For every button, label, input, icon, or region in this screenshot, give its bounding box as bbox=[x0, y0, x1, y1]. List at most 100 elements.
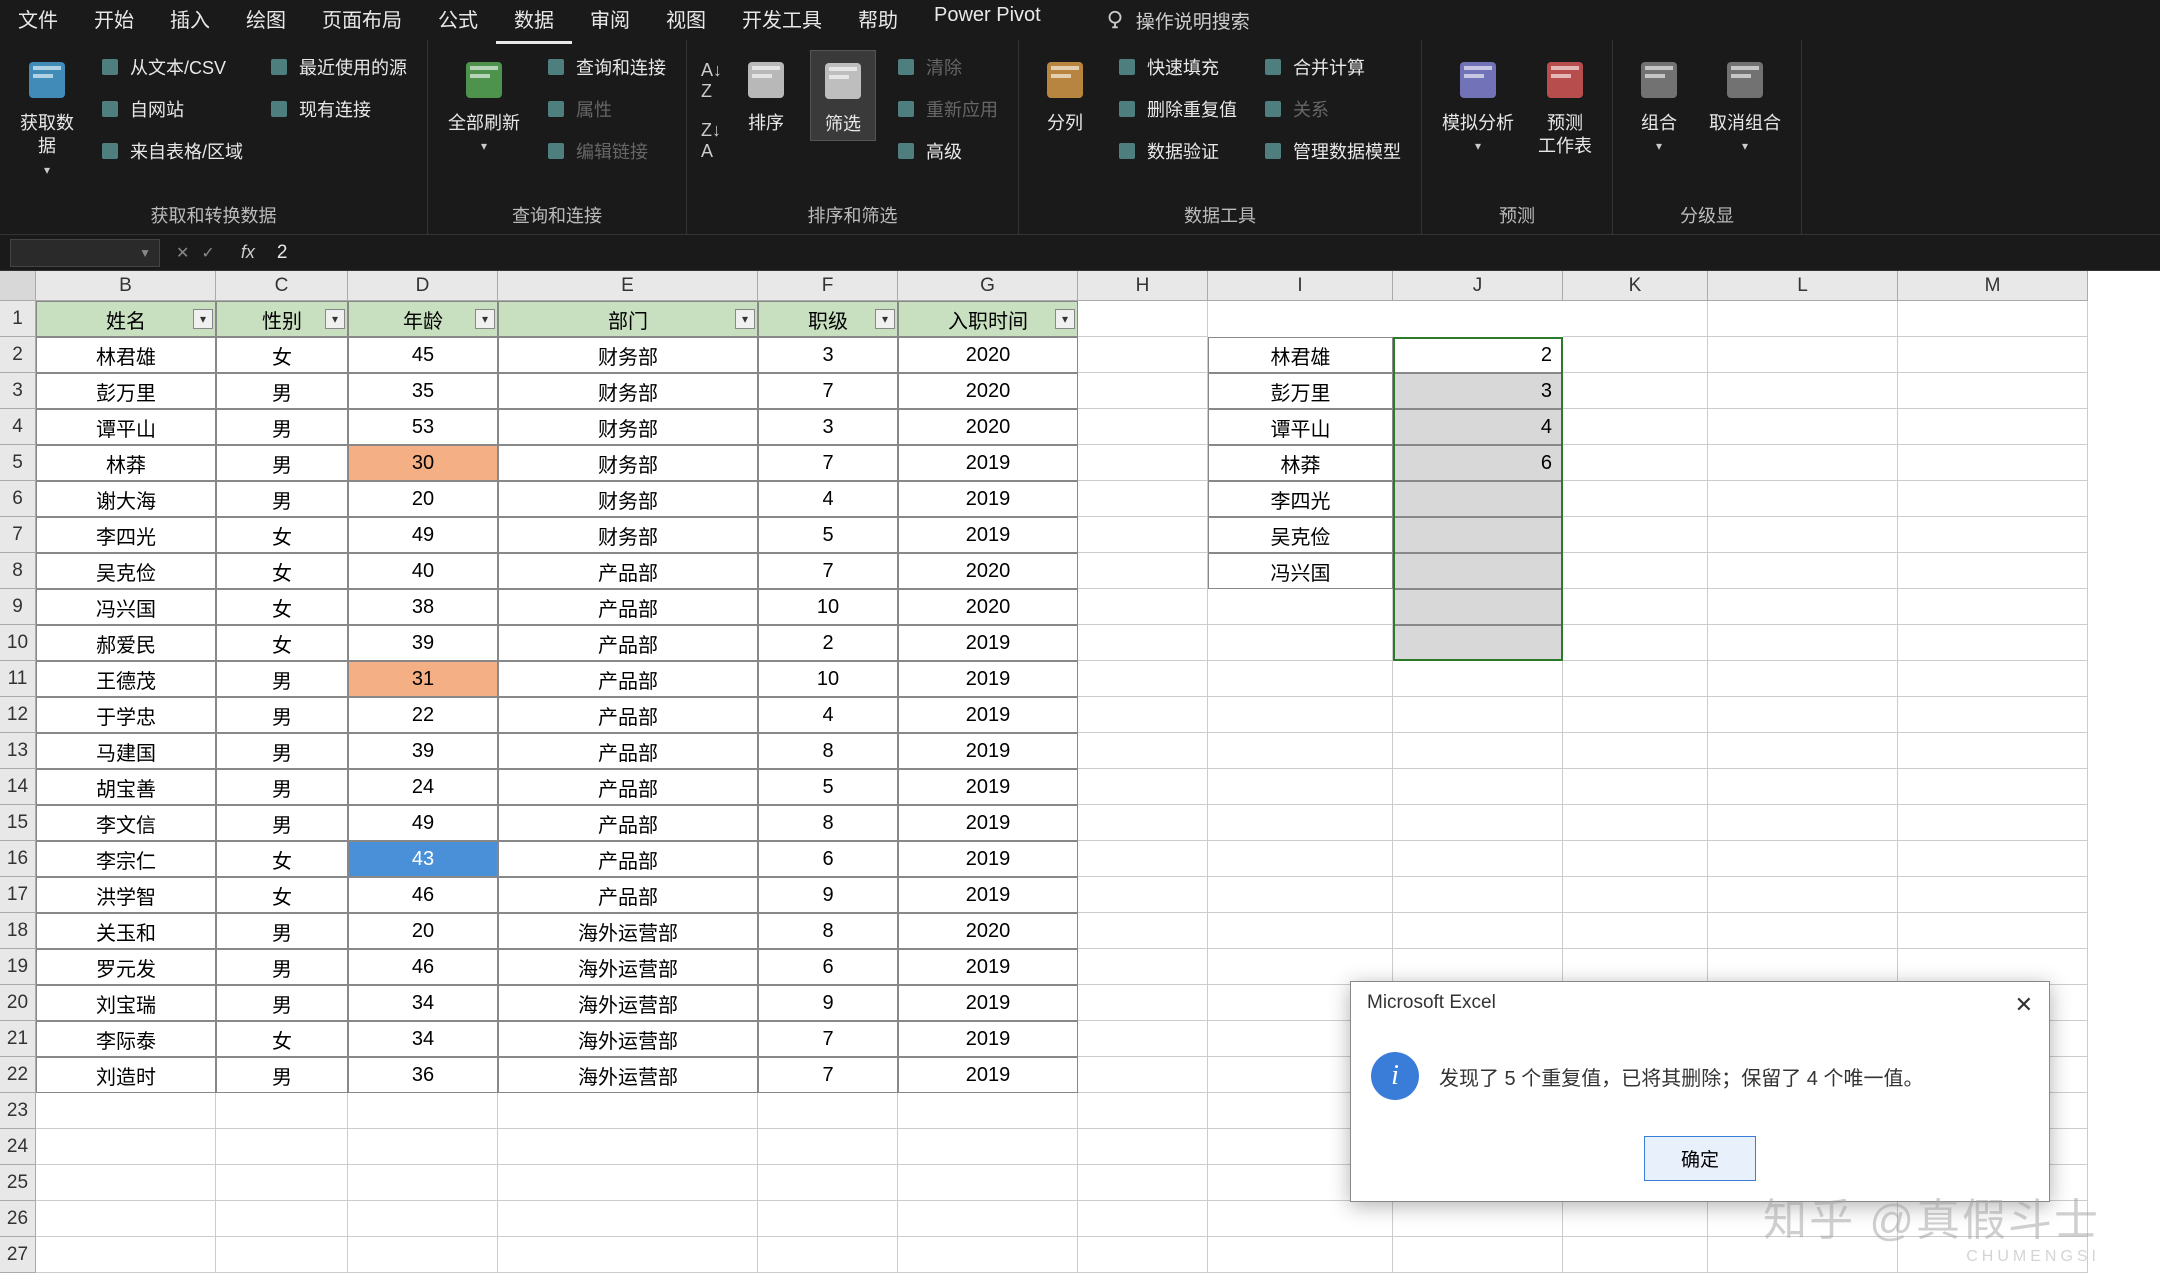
cell-G4[interactable]: 2020 bbox=[898, 409, 1078, 445]
filter-btn-E[interactable]: ▾ bbox=[735, 309, 755, 329]
cell-J8[interactable] bbox=[1393, 553, 1563, 589]
cell-D9[interactable]: 38 bbox=[348, 589, 498, 625]
cell-K10[interactable] bbox=[1563, 625, 1708, 661]
cell-C10[interactable]: 女 bbox=[216, 625, 348, 661]
group-button[interactable]: 组合▾ bbox=[1627, 50, 1691, 157]
cell-G3[interactable]: 2020 bbox=[898, 373, 1078, 409]
cell-I7[interactable]: 吴克俭 bbox=[1208, 517, 1393, 553]
cell-K7[interactable] bbox=[1563, 517, 1708, 553]
cell-J2[interactable]: 2 bbox=[1393, 337, 1563, 373]
cell-F5[interactable]: 7 bbox=[758, 445, 898, 481]
cell-D3[interactable]: 35 bbox=[348, 373, 498, 409]
cell-E7[interactable]: 财务部 bbox=[498, 517, 758, 553]
cell-L3[interactable] bbox=[1708, 373, 1898, 409]
cell-K9[interactable] bbox=[1563, 589, 1708, 625]
row-header-9[interactable]: 9 bbox=[0, 589, 36, 625]
sort-asc-icon[interactable]: A↓Z bbox=[701, 60, 722, 102]
cell-E13[interactable]: 产品部 bbox=[498, 733, 758, 769]
cell-L16[interactable] bbox=[1708, 841, 1898, 877]
cell-G15[interactable]: 2019 bbox=[898, 805, 1078, 841]
ribbon-数据验证[interactable]: 数据验证 bbox=[1109, 134, 1243, 168]
cell-G11[interactable]: 2019 bbox=[898, 661, 1078, 697]
cell-G22[interactable]: 2019 bbox=[898, 1057, 1078, 1093]
cell-D20[interactable]: 34 bbox=[348, 985, 498, 1021]
cell-E18[interactable]: 海外运营部 bbox=[498, 913, 758, 949]
cell-G1[interactable]: 入职时间▾ bbox=[898, 301, 1078, 337]
cell-E9[interactable]: 产品部 bbox=[498, 589, 758, 625]
cell-B19[interactable]: 罗元发 bbox=[36, 949, 216, 985]
col-header-J[interactable]: J bbox=[1393, 271, 1563, 301]
cell-M6[interactable] bbox=[1898, 481, 2088, 517]
ribbon-现有连接[interactable]: 现有连接 bbox=[261, 92, 413, 126]
cell-G2[interactable]: 2020 bbox=[898, 337, 1078, 373]
cell-E17[interactable]: 产品部 bbox=[498, 877, 758, 913]
cell-L4[interactable] bbox=[1708, 409, 1898, 445]
cell-B10[interactable]: 郝爱民 bbox=[36, 625, 216, 661]
cell-C13[interactable]: 男 bbox=[216, 733, 348, 769]
cell-M26[interactable] bbox=[1898, 1201, 2088, 1237]
cell-H27[interactable] bbox=[1078, 1237, 1208, 1273]
cell-B15[interactable]: 李文信 bbox=[36, 805, 216, 841]
cell-E21[interactable]: 海外运营部 bbox=[498, 1021, 758, 1057]
cell-K4[interactable] bbox=[1563, 409, 1708, 445]
cell-I2[interactable]: 林君雄 bbox=[1208, 337, 1393, 373]
cell-F20[interactable]: 9 bbox=[758, 985, 898, 1021]
row-header-17[interactable]: 17 bbox=[0, 877, 36, 913]
cell-E11[interactable]: 产品部 bbox=[498, 661, 758, 697]
row-header-25[interactable]: 25 bbox=[0, 1165, 36, 1201]
cell-K2[interactable] bbox=[1563, 337, 1708, 373]
cell-B14[interactable]: 胡宝善 bbox=[36, 769, 216, 805]
row-header-23[interactable]: 23 bbox=[0, 1093, 36, 1129]
cell-G12[interactable]: 2019 bbox=[898, 697, 1078, 733]
cell-F17[interactable]: 9 bbox=[758, 877, 898, 913]
cell-C5[interactable]: 男 bbox=[216, 445, 348, 481]
row-header-12[interactable]: 12 bbox=[0, 697, 36, 733]
ribbon-合并计算[interactable]: 合并计算 bbox=[1255, 50, 1407, 84]
cell-G5[interactable]: 2019 bbox=[898, 445, 1078, 481]
cell-E8[interactable]: 产品部 bbox=[498, 553, 758, 589]
cell-C3[interactable]: 男 bbox=[216, 373, 348, 409]
cell-J4[interactable]: 4 bbox=[1393, 409, 1563, 445]
cell-F14[interactable]: 5 bbox=[758, 769, 898, 805]
cell-F11[interactable]: 10 bbox=[758, 661, 898, 697]
cell-C14[interactable]: 男 bbox=[216, 769, 348, 805]
cell-E1[interactable]: 部门▾ bbox=[498, 301, 758, 337]
text-to-cols-button[interactable]: 分列 bbox=[1033, 50, 1097, 139]
row-header-21[interactable]: 21 bbox=[0, 1021, 36, 1057]
cell-B1[interactable]: 姓名▾ bbox=[36, 301, 216, 337]
cell-F18[interactable]: 8 bbox=[758, 913, 898, 949]
cell-M1[interactable] bbox=[1898, 301, 2088, 337]
cell-L15[interactable] bbox=[1708, 805, 1898, 841]
cell-G10[interactable]: 2019 bbox=[898, 625, 1078, 661]
formula-input[interactable]: 2 bbox=[265, 242, 2150, 264]
col-header-I[interactable]: I bbox=[1208, 271, 1393, 301]
cell-B4[interactable]: 谭平山 bbox=[36, 409, 216, 445]
filter-btn-C[interactable]: ▾ bbox=[325, 309, 345, 329]
cell-B2[interactable]: 林君雄 bbox=[36, 337, 216, 373]
ribbon-从文本/CSV[interactable]: 从文本/CSV bbox=[92, 50, 249, 84]
get-data-button[interactable]: 获取数据▾ bbox=[14, 50, 80, 181]
cell-H10[interactable] bbox=[1078, 625, 1208, 661]
row-header-3[interactable]: 3 bbox=[0, 373, 36, 409]
row-header-10[interactable]: 10 bbox=[0, 625, 36, 661]
cell-E22[interactable]: 海外运营部 bbox=[498, 1057, 758, 1093]
cell-D14[interactable]: 24 bbox=[348, 769, 498, 805]
cell-H15[interactable] bbox=[1078, 805, 1208, 841]
cell-I5[interactable]: 林莽 bbox=[1208, 445, 1393, 481]
row-header-11[interactable]: 11 bbox=[0, 661, 36, 697]
cell-C12[interactable]: 男 bbox=[216, 697, 348, 733]
cell-F12[interactable]: 4 bbox=[758, 697, 898, 733]
cell-H23[interactable] bbox=[1078, 1093, 1208, 1129]
col-header-M[interactable]: M bbox=[1898, 271, 2088, 301]
whatif-button[interactable]: 模拟分析▾ bbox=[1436, 50, 1520, 157]
cell-B22[interactable]: 刘造时 bbox=[36, 1057, 216, 1093]
row-header-1[interactable]: 1 bbox=[0, 301, 36, 337]
cell-B7[interactable]: 李四光 bbox=[36, 517, 216, 553]
cell-C7[interactable]: 女 bbox=[216, 517, 348, 553]
cell-M8[interactable] bbox=[1898, 553, 2088, 589]
cell-D15[interactable]: 49 bbox=[348, 805, 498, 841]
cell-M2[interactable] bbox=[1898, 337, 2088, 373]
cell-B12[interactable]: 于学忠 bbox=[36, 697, 216, 733]
cell-H24[interactable] bbox=[1078, 1129, 1208, 1165]
cell-B8[interactable]: 吴克俭 bbox=[36, 553, 216, 589]
